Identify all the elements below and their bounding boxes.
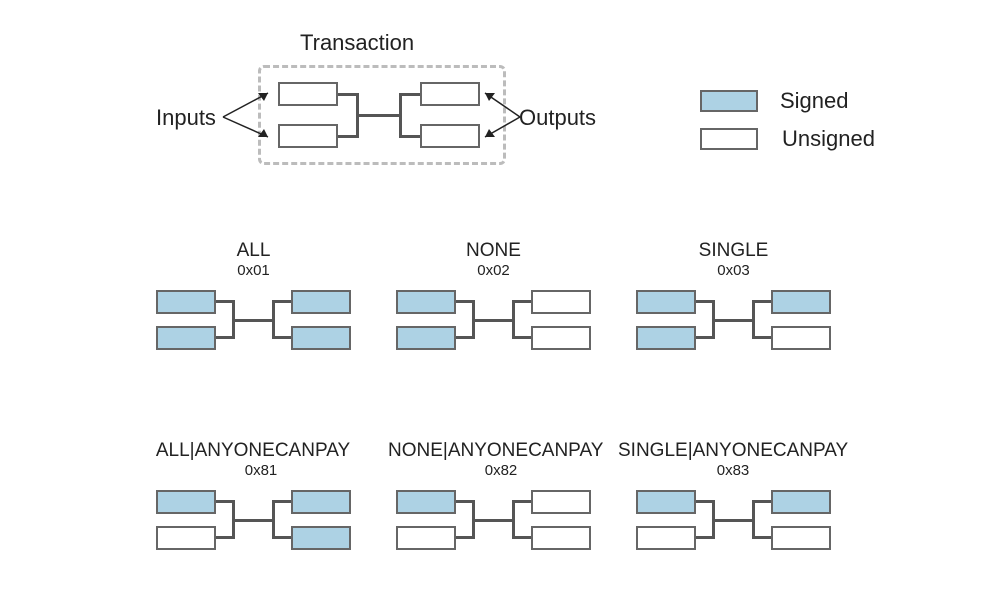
sighash-none-acp-code: 0x82 [396, 462, 606, 479]
none-acp-out1 [531, 490, 591, 514]
all-acp-in1 [156, 490, 216, 514]
sighash-none-acp-name: NONE|ANYONECANPAY [388, 440, 598, 462]
legend-unsigned-label: Unsigned [782, 126, 875, 152]
none-acp-in1 [396, 490, 456, 514]
all-in2 [156, 326, 216, 350]
tx-output-2 [420, 124, 480, 148]
sighash-all-name: ALL [156, 240, 351, 262]
sighash-all-code: 0x01 [156, 262, 351, 279]
single-out1 [771, 290, 831, 314]
inputs-arrows [218, 75, 278, 155]
sighash-single-acp: SINGLE|ANYONECANPAY 0x83 [636, 440, 866, 570]
sighash-all-acp-name: ALL|ANYONECANPAY [148, 440, 358, 462]
all-in1 [156, 290, 216, 314]
legend-signed-label: Signed [780, 88, 849, 114]
sighash-single-name: SINGLE [636, 240, 831, 262]
tx-output-1 [420, 82, 480, 106]
all-out2 [291, 326, 351, 350]
outputs-arrows [480, 75, 540, 155]
legend-signed-swatch [700, 90, 758, 112]
single-out2 [771, 326, 831, 350]
sighash-single: SINGLE 0x03 [636, 240, 831, 370]
sighash-none-code: 0x02 [396, 262, 591, 279]
sighash-none: NONE 0x02 [396, 240, 591, 370]
single-acp-in2 [636, 526, 696, 550]
sighash-all-acp: ALL|ANYONECANPAY 0x81 [156, 440, 366, 570]
none-acp-in2 [396, 526, 456, 550]
legend-unsigned-swatch [700, 128, 758, 150]
all-out1 [291, 290, 351, 314]
single-acp-out1 [771, 490, 831, 514]
sighash-single-acp-name: SINGLE|ANYONECANPAY [618, 440, 848, 462]
transaction-label: Transaction [300, 30, 414, 56]
sighash-none-name: NONE [396, 240, 591, 262]
single-in2 [636, 326, 696, 350]
sighash-single-acp-code: 0x83 [618, 462, 848, 479]
inputs-label: Inputs [156, 105, 216, 131]
all-acp-out2 [291, 526, 351, 550]
none-out1 [531, 290, 591, 314]
sighash-all: ALL 0x01 [156, 240, 351, 370]
tx-input-1 [278, 82, 338, 106]
all-acp-out1 [291, 490, 351, 514]
sighash-single-code: 0x03 [636, 262, 831, 279]
sighash-none-acp: NONE|ANYONECANPAY 0x82 [396, 440, 606, 570]
all-acp-in2 [156, 526, 216, 550]
tx-input-2 [278, 124, 338, 148]
none-out2 [531, 326, 591, 350]
none-in2 [396, 326, 456, 350]
single-acp-in1 [636, 490, 696, 514]
sighash-all-acp-code: 0x81 [156, 462, 366, 479]
single-acp-out2 [771, 526, 831, 550]
single-in1 [636, 290, 696, 314]
none-in1 [396, 290, 456, 314]
none-acp-out2 [531, 526, 591, 550]
